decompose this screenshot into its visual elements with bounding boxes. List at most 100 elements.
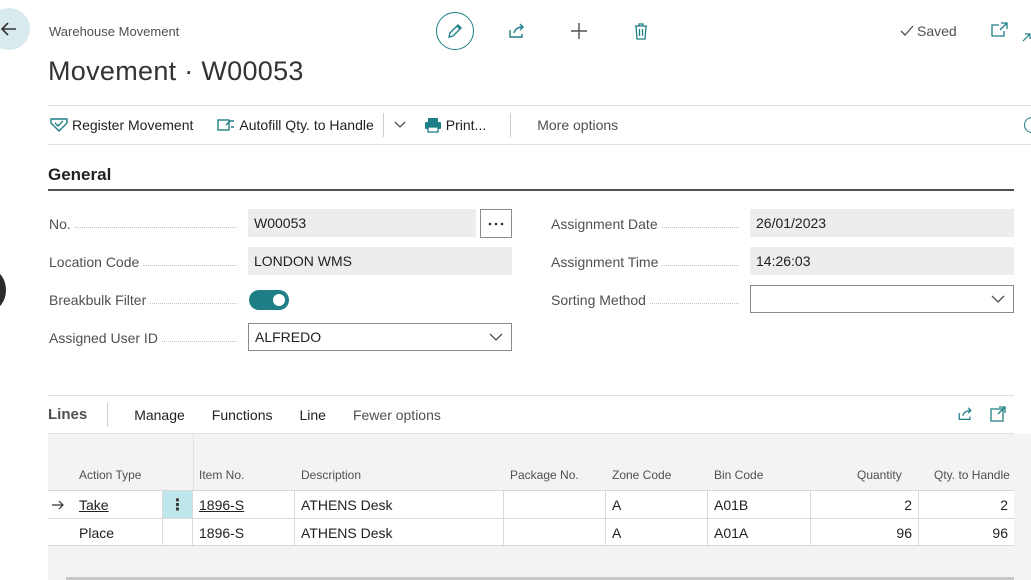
- table-row[interactable]: Take ⋮ 1896-S ATHENS Desk A A01B 2 2: [48, 490, 1014, 518]
- col-item-no[interactable]: Item No.: [199, 468, 244, 482]
- assignment-time-label-text: Assignment Time: [551, 254, 659, 270]
- lines-divider: [107, 402, 109, 427]
- printer-icon: [424, 118, 441, 133]
- action-bar: Register Movement Autofill Qty. to Handl…: [48, 105, 1031, 145]
- table-row[interactable]: Place 1896-S ATHENS Desk A A01A 96 96: [48, 518, 1014, 546]
- open-new-window-button[interactable]: [990, 22, 1008, 43]
- expand-icon[interactable]: [990, 406, 1006, 422]
- breakbulk-filter-label-text: Breakbulk Filter: [49, 292, 147, 308]
- saved-label: Saved: [917, 23, 957, 39]
- breadcrumb: Warehouse Movement: [49, 24, 180, 39]
- check-icon: [900, 25, 914, 36]
- chevron-down-icon: [991, 295, 1005, 303]
- cell-zone-code[interactable]: A: [606, 519, 708, 546]
- arrow-up-right-icon: [1022, 33, 1031, 42]
- register-icon: [50, 118, 68, 132]
- new-button[interactable]: [564, 16, 594, 46]
- expand-button[interactable]: [1021, 30, 1031, 48]
- sorting-method-select[interactable]: [750, 285, 1014, 313]
- cell-item-no[interactable]: 1896-S: [193, 519, 295, 546]
- col-qty-to-handle[interactable]: Qty. to Handle: [934, 468, 1010, 482]
- assigned-user-label: Assigned User ID: [49, 328, 241, 348]
- cell-bin-code[interactable]: A01A: [708, 519, 811, 546]
- functions-menu[interactable]: Functions: [212, 407, 273, 423]
- autofill-button[interactable]: Autofill Qty. to Handle: [217, 117, 374, 133]
- share-icon[interactable]: [957, 406, 974, 422]
- location-code-label: Location Code: [49, 252, 241, 272]
- col-bin-code[interactable]: Bin Code: [714, 468, 763, 482]
- row-actions-button[interactable]: ⋮: [163, 491, 193, 518]
- col-action-type[interactable]: Action Type: [79, 468, 141, 482]
- assigned-user-value: ALFREDO: [255, 329, 322, 345]
- assignment-time-field[interactable]: 14:26:03: [750, 247, 1014, 275]
- top-actions: [436, 12, 656, 50]
- cell-action-type[interactable]: Place: [73, 519, 163, 546]
- col-quantity[interactable]: Quantity: [857, 468, 902, 482]
- edit-button[interactable]: [436, 12, 474, 50]
- cell-zone-code[interactable]: A: [606, 491, 708, 518]
- lines-icons: [957, 406, 1006, 422]
- no-lookup-button[interactable]: [480, 209, 512, 238]
- general-section-title[interactable]: General: [48, 165, 111, 185]
- plus-icon: [571, 23, 587, 39]
- cell-quantity[interactable]: 96: [811, 519, 919, 546]
- cell-description[interactable]: ATHENS Desk: [295, 519, 504, 546]
- arrow-left-icon: [0, 22, 16, 36]
- assignment-date-field[interactable]: 26/01/2023: [750, 209, 1014, 237]
- assigned-user-select[interactable]: ALFREDO: [248, 323, 512, 351]
- col-description[interactable]: Description: [301, 468, 361, 482]
- autofill-label: Autofill Qty. to Handle: [239, 117, 374, 133]
- autofill-icon: [217, 119, 235, 131]
- page-title: Movement · W00053: [48, 56, 304, 86]
- sorting-method-label: Sorting Method: [551, 290, 743, 310]
- autofill-dropdown-button[interactable]: [394, 121, 406, 129]
- delete-button[interactable]: [626, 16, 656, 46]
- side-panel-handle[interactable]: [0, 270, 6, 310]
- assignment-date-label-text: Assignment Date: [551, 216, 658, 232]
- share-button[interactable]: [502, 16, 532, 46]
- toggle-knob: [273, 294, 285, 306]
- row-actions-cell: [163, 519, 193, 546]
- chevron-down-icon: [394, 121, 406, 128]
- register-movement-button[interactable]: Register Movement: [50, 117, 193, 133]
- cell-quantity[interactable]: 2: [811, 491, 919, 518]
- ellipsis-icon: [488, 222, 504, 225]
- saved-status: Saved: [900, 23, 957, 39]
- more-options-button[interactable]: More options: [537, 117, 618, 133]
- assignment-date-label: Assignment Date: [551, 214, 743, 234]
- no-field[interactable]: W00053: [248, 209, 476, 237]
- pencil-icon: [448, 24, 462, 38]
- back-button[interactable]: [0, 8, 30, 50]
- arrow-right-icon: [52, 500, 64, 509]
- cell-bin-code[interactable]: A01B: [708, 491, 811, 518]
- print-label: Print...: [445, 117, 487, 133]
- assignment-time-label: Assignment Time: [551, 252, 743, 272]
- lines-toolbar: Lines Manage Functions Line Fewer option…: [48, 395, 1014, 434]
- location-code-field[interactable]: LONDON WMS: [248, 247, 512, 275]
- breakbulk-filter-label: Breakbulk Filter: [49, 290, 241, 310]
- cell-item-no[interactable]: 1896-S: [193, 491, 295, 518]
- trash-icon: [635, 23, 647, 40]
- print-button[interactable]: Print...: [424, 117, 486, 133]
- register-movement-label: Register Movement: [72, 117, 194, 133]
- cell-package-no[interactable]: [504, 491, 606, 518]
- location-code-label-text: Location Code: [49, 254, 140, 270]
- sorting-method-label-text: Sorting Method: [551, 292, 646, 308]
- breakbulk-filter-toggle[interactable]: [249, 290, 289, 310]
- row-selected-indicator: [48, 491, 66, 518]
- cell-action-type[interactable]: Take: [73, 491, 163, 518]
- cell-qty-to-handle[interactable]: 96: [919, 519, 1014, 546]
- lines-title[interactable]: Lines: [48, 406, 87, 423]
- no-label-text: No.: [49, 216, 71, 232]
- col-zone-code[interactable]: Zone Code: [612, 468, 671, 482]
- col-package-no[interactable]: Package No.: [510, 468, 579, 482]
- cell-qty-to-handle[interactable]: 2: [919, 491, 1014, 518]
- cell-description[interactable]: ATHENS Desk: [295, 491, 504, 518]
- cell-package-no[interactable]: [504, 519, 606, 546]
- assigned-user-label-text: Assigned User ID: [49, 330, 158, 346]
- action-divider: [510, 113, 512, 137]
- manage-menu[interactable]: Manage: [134, 407, 185, 423]
- fewer-options-button[interactable]: Fewer options: [353, 407, 441, 423]
- line-menu[interactable]: Line: [299, 407, 325, 423]
- action-divider: [382, 113, 384, 137]
